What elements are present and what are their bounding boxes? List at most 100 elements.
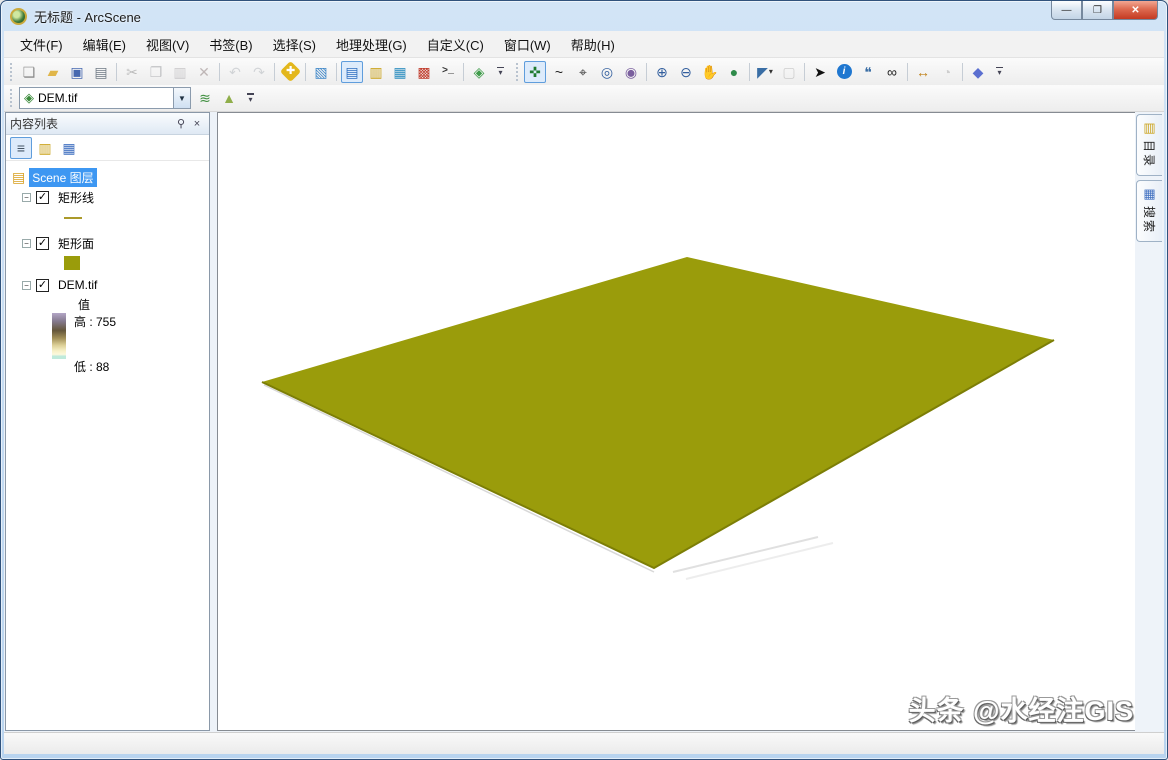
- time-slider-button[interactable]: ◔: [936, 61, 958, 83]
- pan-icon: ✋: [701, 65, 718, 79]
- minimize-button[interactable]: —: [1051, 1, 1082, 20]
- select-features-button[interactable]: ◤▾: [754, 61, 776, 83]
- center-on-target-icon: ⌖: [579, 65, 587, 79]
- paste-button[interactable]: ▥: [169, 61, 191, 83]
- close-button[interactable]: ✕: [1113, 1, 1158, 20]
- find-button[interactable]: ∞: [881, 61, 903, 83]
- restore-button[interactable]: ❐: [1082, 1, 1113, 20]
- elevation-color-ramp: [52, 313, 66, 359]
- toc-panel-title: 内容列表: [10, 115, 173, 132]
- analyst-toolbar: ≋▲▾: [193, 87, 260, 109]
- collapse-icon[interactable]: −: [22, 193, 31, 202]
- center-on-target-button[interactable]: ⌖: [572, 61, 594, 83]
- status-bar: [4, 732, 1164, 754]
- arcmap-window-button[interactable]: ▧: [310, 61, 332, 83]
- save-button[interactable]: ▣: [66, 61, 88, 83]
- menu-item-file[interactable]: 文件(F): [10, 31, 73, 58]
- toolbar-separator: [219, 63, 220, 81]
- fly-button[interactable]: ~: [548, 61, 570, 83]
- catalog-window-button[interactable]: ▥: [365, 61, 387, 83]
- zoom-in-icon: ⊕: [656, 65, 668, 79]
- standard-toolbar-grip[interactable]: [8, 63, 15, 81]
- cut-button[interactable]: ✂: [121, 61, 143, 83]
- standard-toolbar-options-button[interactable]: ▾: [494, 61, 507, 83]
- close-icon[interactable]: ×: [189, 116, 205, 132]
- add-data-icon: ✚: [279, 61, 300, 82]
- open-folder-icon: ▰: [48, 65, 59, 79]
- table-of-contents-window-button[interactable]: ▤: [341, 61, 363, 83]
- copy-button[interactable]: ❐: [145, 61, 167, 83]
- list-by-source-button[interactable]: ▥: [34, 137, 56, 159]
- search-window-button[interactable]: ▦: [389, 61, 411, 83]
- viewer-manager-button[interactable]: ◆: [967, 61, 989, 83]
- zoom-to-target-button[interactable]: ◎: [596, 61, 618, 83]
- modelbuilder-button[interactable]: ◈: [468, 61, 490, 83]
- window-title: 无标题 - ArcScene: [34, 7, 141, 26]
- navigate-button[interactable]: ✜: [524, 61, 546, 83]
- layer-checkbox[interactable]: ✓: [36, 237, 49, 250]
- layer-combo-dropdown-button[interactable]: ▼: [173, 88, 190, 108]
- menu-item-help[interactable]: 帮助(H): [561, 31, 625, 58]
- menu-item-selection[interactable]: 选择(S): [263, 31, 326, 58]
- layer-combo[interactable]: ◈ DEM.tif ▼: [19, 87, 191, 109]
- identify-button[interactable]: i: [833, 61, 855, 83]
- fly-icon: ~: [555, 65, 563, 79]
- catalog-icon: ▥: [1143, 120, 1155, 136]
- html-popup-icon: ❝: [864, 65, 872, 79]
- open-folder-button[interactable]: ▰: [42, 61, 64, 83]
- select-features-icon: ◤: [757, 65, 768, 79]
- new-document-button[interactable]: ❏: [18, 61, 40, 83]
- list-by-visibility-button[interactable]: ▦: [58, 137, 80, 159]
- pan-button[interactable]: ✋: [699, 61, 721, 83]
- print-button[interactable]: ▤: [90, 61, 112, 83]
- tree-item-rect-line[interactable]: − ✓ 矩形线: [12, 187, 209, 207]
- toolbar-separator: [463, 63, 464, 81]
- menu-item-customize[interactable]: 自定义(C): [417, 31, 494, 58]
- viewer-manager-icon: ◆: [973, 65, 984, 79]
- full-extent-button[interactable]: ●: [723, 61, 745, 83]
- collapse-icon[interactable]: −: [22, 281, 31, 290]
- scene-viewport[interactable]: 头条 @水经注GIS: [217, 112, 1137, 731]
- tools-toolbar-grip[interactable]: [514, 63, 521, 81]
- legend-field-label: 值: [78, 296, 90, 313]
- pin-icon[interactable]: ⚲: [173, 116, 189, 132]
- menu-item-window[interactable]: 窗口(W): [494, 31, 561, 58]
- layer-label: 矩形面: [55, 234, 97, 253]
- layer-checkbox[interactable]: ✓: [36, 279, 49, 292]
- delete-button[interactable]: ✕: [193, 61, 215, 83]
- add-data-button[interactable]: ✚: [279, 61, 301, 83]
- list-by-drawing-order-button[interactable]: ≡: [10, 137, 32, 159]
- zoom-out-button[interactable]: ⊖: [675, 61, 697, 83]
- analyst-toolbar-grip[interactable]: [8, 89, 15, 107]
- layers-stack-icon: ▤: [12, 169, 25, 186]
- python-window-button[interactable]: >_: [437, 61, 459, 83]
- steepest-path-tool-button[interactable]: ▲: [218, 87, 240, 109]
- menu-item-geoprocessing[interactable]: 地理处理(G): [326, 31, 417, 58]
- tree-item-rect-polygon[interactable]: − ✓ 矩形面: [12, 233, 209, 253]
- zoom-in-button[interactable]: ⊕: [651, 61, 673, 83]
- tree-item-dem[interactable]: − ✓ DEM.tif: [12, 275, 209, 295]
- dock-tab-search[interactable]: ▦ 搜索: [1136, 180, 1162, 242]
- set-observer-button[interactable]: ◉: [620, 61, 642, 83]
- redo-button[interactable]: ↷: [248, 61, 270, 83]
- select-elements-button[interactable]: ➤: [809, 61, 831, 83]
- undo-button[interactable]: ↶: [224, 61, 246, 83]
- menu-item-edit[interactable]: 编辑(E): [73, 31, 136, 58]
- measure-button[interactable]: ↔: [912, 61, 934, 83]
- arctoolbox-window-button[interactable]: ▩: [413, 61, 435, 83]
- interactive-contour-tool-button[interactable]: ≋: [194, 87, 216, 109]
- menu-item-view[interactable]: 视图(V): [136, 31, 199, 58]
- dock-tab-catalog[interactable]: ▥ 目录: [1136, 114, 1162, 176]
- clear-selection-button[interactable]: ▢: [778, 61, 800, 83]
- toolbar-separator: [962, 63, 963, 81]
- collapse-icon[interactable]: −: [22, 239, 31, 248]
- print-icon: ▤: [94, 65, 107, 79]
- tree-item-scene-layers[interactable]: ▤ Scene 图层: [12, 167, 209, 187]
- analyst-toolbar-options-button[interactable]: ▾: [244, 87, 257, 109]
- scene-canvas: [218, 113, 1136, 730]
- html-popup-button[interactable]: ❝: [857, 61, 879, 83]
- select-features-dropdown-caret[interactable]: ▾: [769, 67, 773, 76]
- menu-item-bookmarks[interactable]: 书签(B): [199, 31, 262, 58]
- layer-checkbox[interactable]: ✓: [36, 191, 49, 204]
- tools-toolbar-options-button[interactable]: ▾: [993, 61, 1006, 83]
